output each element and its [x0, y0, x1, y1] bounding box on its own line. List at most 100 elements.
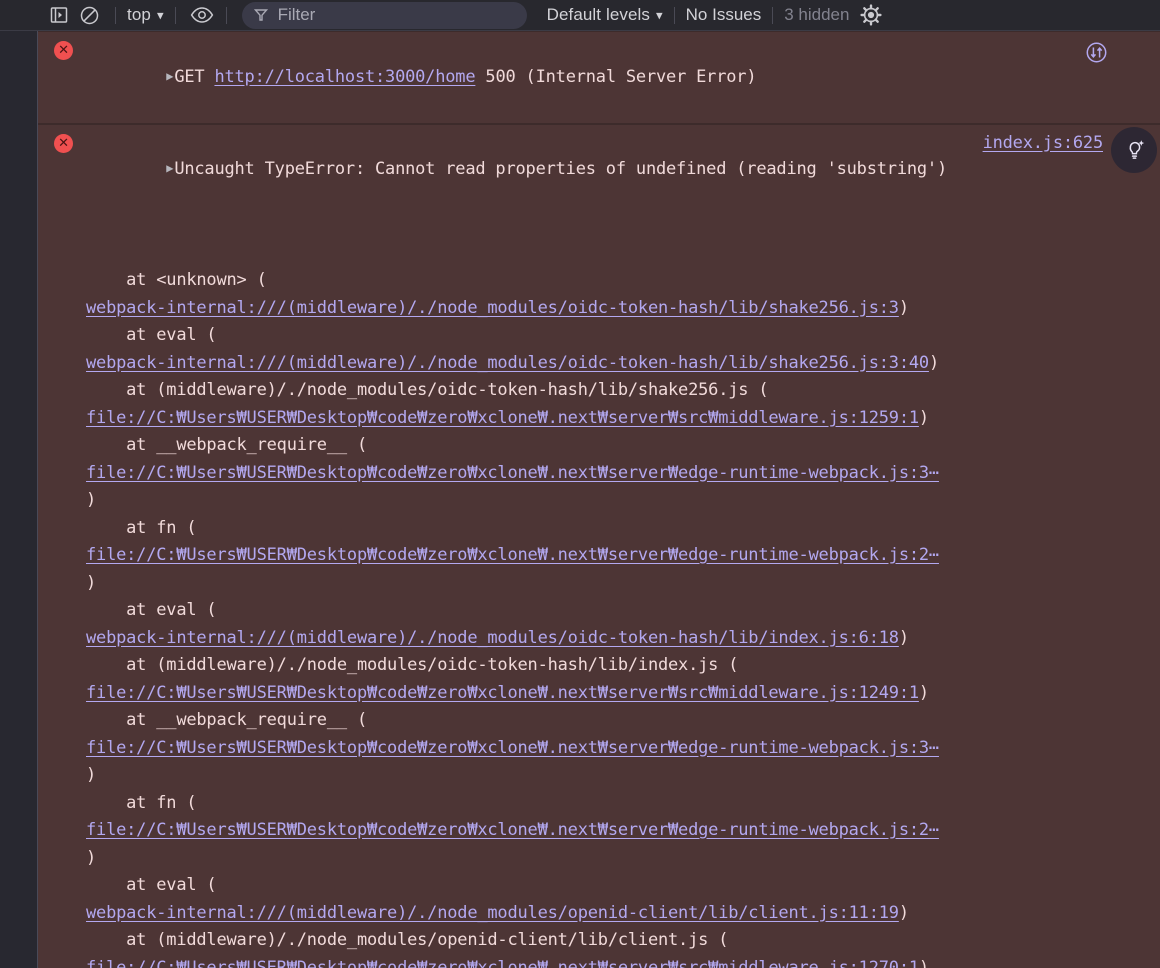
- stack-frame-text: at __webpack_require__ (: [86, 435, 367, 455]
- live-expressions-eye-icon[interactable]: [187, 2, 217, 28]
- stack-frame-link[interactable]: webpack-internal:///(middleware)/./node_…: [86, 298, 899, 318]
- error-circle-icon: ✕: [54, 133, 73, 153]
- stack-frame-link[interactable]: webpack-internal:///(middleware)/./node_…: [86, 353, 929, 373]
- stack-frame-text: ): [86, 490, 97, 510]
- stack-frame-text: ): [86, 572, 97, 593]
- expand-arrow-icon[interactable]: ▶: [166, 63, 173, 91]
- filter-icon: [253, 9, 268, 21]
- stack-frame-link[interactable]: file://C:₩Users₩USER₩Desktop₩code₩zero₩x…: [86, 545, 939, 565]
- network-request-icon[interactable]: [1085, 41, 1108, 64]
- stack-frame: file://C:₩Users₩USER₩Desktop₩code₩zero₩x…: [86, 735, 1100, 763]
- stack-frame-link[interactable]: file://C:₩Users₩USER₩Desktop₩code₩zero₩x…: [86, 683, 919, 703]
- stack-frame-text: at __webpack_require__ (: [86, 710, 367, 730]
- execution-context-selector[interactable]: top ▼: [127, 5, 164, 25]
- stack-frame-link[interactable]: file://C:₩Users₩USER₩Desktop₩code₩zero₩x…: [86, 408, 919, 428]
- chevron-down-icon: ▼: [656, 8, 663, 22]
- toolbar-divider: [174, 6, 176, 24]
- stack-frame-text: at <unknown> (: [86, 270, 267, 290]
- stack-frame-link[interactable]: file://C:₩Users₩USER₩Desktop₩code₩zero₩x…: [86, 463, 939, 483]
- clear-console-icon[interactable]: [74, 2, 104, 28]
- hidden-messages-count[interactable]: 3 hidden: [784, 5, 849, 25]
- stack-frame: at (middleware)/./node_modules/oidc-toke…: [86, 377, 1100, 405]
- stack-frame-tail: ): [898, 627, 909, 648]
- log-levels-selector[interactable]: Default levels ▼: [547, 5, 663, 25]
- stack-frame: at eval (: [86, 597, 1100, 625]
- devtools-console-panel: top ▼ Filter Default levels ▼ No Issues …: [0, 0, 1160, 968]
- chevron-down-icon: ▼: [156, 8, 164, 22]
- stack-frame-text: ): [86, 765, 97, 785]
- source-location-link[interactable]: index.js:625: [983, 130, 1104, 158]
- issues-counter[interactable]: No Issues: [686, 5, 762, 25]
- stack-frame: file://C:₩Users₩USER₩Desktop₩code₩zero₩x…: [86, 460, 1100, 488]
- stack-frame: at eval (: [86, 322, 1100, 350]
- request-status: 500 (Internal Server Error): [475, 66, 757, 87]
- console-message-uncaught-typeerror[interactable]: ✕ index.js:625 ▶Uncaught TypeError: Cann…: [0, 123, 1160, 968]
- stack-frame: file://C:₩Users₩USER₩Desktop₩code₩zero₩x…: [86, 817, 1100, 845]
- stack-frame: at __webpack_require__ (: [86, 432, 1100, 460]
- stack-frame-text: at eval (: [86, 325, 217, 345]
- stack-frame: at fn (: [86, 790, 1100, 818]
- execution-context-label: top: [127, 5, 151, 24]
- error-stack-trace: at <unknown> ( webpack-internal:///(middl…: [86, 212, 1100, 968]
- toolbar-divider: [673, 6, 675, 24]
- stack-frame-text: at (middleware)/./node_modules/oidc-toke…: [86, 655, 739, 675]
- stack-frame-link[interactable]: file://C:₩Users₩USER₩Desktop₩code₩zero₩x…: [86, 820, 939, 840]
- toolbar-divider: [115, 6, 116, 24]
- stack-frame: at __webpack_require__ (: [86, 707, 1100, 735]
- stack-frame-text: at eval (: [86, 600, 217, 620]
- stack-frame-link[interactable]: file://C:₩Users₩USER₩Desktop₩code₩zero₩x…: [86, 738, 939, 758]
- stack-frame-tail: ): [928, 352, 939, 373]
- stack-frame: at (middleware)/./node_modules/openid-cl…: [86, 927, 1100, 955]
- stack-frame-text: ): [86, 847, 97, 868]
- error-circle-icon: ✕: [54, 41, 73, 60]
- stack-frame: ): [86, 570, 1100, 598]
- stack-frame: webpack-internal:///(middleware)/./node_…: [86, 295, 1100, 323]
- stack-frame-text: at (middleware)/./node_modules/openid-cl…: [86, 930, 729, 950]
- console-message-list[interactable]: ✕ ▶GET http://localhost:3000/home 500 (I…: [0, 31, 1160, 968]
- message-gutter: [0, 31, 38, 124]
- stack-frame: ): [86, 762, 1100, 790]
- settings-gear-icon[interactable]: [859, 3, 883, 27]
- stack-frame: at eval (: [86, 872, 1100, 900]
- stack-frame: webpack-internal:///(middleware)/./node_…: [86, 350, 1100, 378]
- stack-frame-text: at fn (: [86, 517, 197, 538]
- stack-frame: ): [86, 845, 1100, 873]
- stack-frame: webpack-internal:///(middleware)/./node_…: [86, 625, 1100, 653]
- stack-frame: at <unknown> (: [86, 267, 1100, 295]
- stack-frame: at fn (: [86, 515, 1100, 543]
- stack-frame: webpack-internal:///(middleware)/./node_…: [86, 900, 1100, 928]
- stack-frame-tail: ): [918, 957, 929, 968]
- stack-frame: at (middleware)/./node_modules/oidc-toke…: [86, 652, 1100, 680]
- filter-input[interactable]: Filter: [241, 1, 527, 29]
- request-method: GET: [174, 66, 215, 87]
- stack-frame: file://C:₩Users₩USER₩Desktop₩code₩zero₩x…: [86, 955, 1100, 968]
- stack-frame: file://C:₩Users₩USER₩Desktop₩code₩zero₩x…: [86, 542, 1100, 570]
- stack-frame: file://C:₩Users₩USER₩Desktop₩code₩zero₩x…: [86, 405, 1100, 433]
- stack-frame-tail: ): [898, 902, 909, 923]
- stack-frame-tail: ): [898, 297, 909, 318]
- stack-frame: file://C:₩Users₩USER₩Desktop₩code₩zero₩x…: [86, 680, 1100, 708]
- request-url-link[interactable]: http://localhost:3000/home: [214, 67, 475, 87]
- stack-frame: ): [86, 487, 1100, 515]
- log-levels-label: Default levels: [546, 5, 651, 24]
- stack-frame-link[interactable]: webpack-internal:///(middleware)/./node_…: [86, 628, 899, 648]
- sidebar-toggle-icon[interactable]: [44, 2, 74, 28]
- stack-frame-text: at fn (: [86, 792, 197, 813]
- toolbar-divider: [225, 6, 227, 24]
- stack-frame-tail: ): [918, 682, 929, 703]
- filter-placeholder: Filter: [277, 5, 316, 24]
- message-gutter: [0, 123, 38, 968]
- stack-frame-text: at (middleware)/./node_modules/oidc-toke…: [86, 380, 769, 400]
- ask-ai-icon[interactable]: [1111, 126, 1157, 173]
- stack-frame-tail: ): [918, 407, 929, 428]
- console-message-network-error[interactable]: ✕ ▶GET http://localhost:3000/home 500 (I…: [0, 31, 1160, 124]
- message-text: ▶Uncaught TypeError: Cannot read propert…: [0, 129, 1160, 968]
- message-text: ▶GET http://localhost:3000/home 500 (Int…: [0, 36, 1160, 120]
- stack-frame-link[interactable]: webpack-internal:///(middleware)/./node_…: [86, 903, 899, 923]
- console-toolbar: top ▼ Filter Default levels ▼ No Issues …: [0, 0, 1160, 31]
- stack-frame-text: at eval (: [86, 875, 217, 895]
- toolbar-divider: [772, 6, 774, 24]
- error-title: Uncaught TypeError: Cannot read properti…: [174, 159, 947, 179]
- expand-arrow-icon[interactable]: ▶: [166, 155, 173, 183]
- stack-frame-link[interactable]: file://C:₩Users₩USER₩Desktop₩code₩zero₩x…: [86, 958, 919, 968]
